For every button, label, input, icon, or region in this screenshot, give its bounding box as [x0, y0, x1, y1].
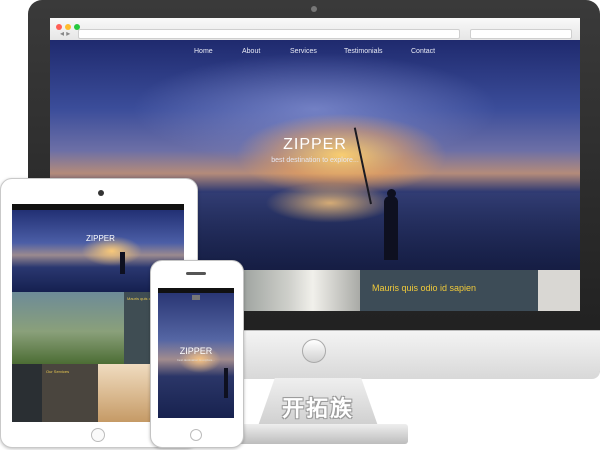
hamburger-menu-icon[interactable] [192, 295, 200, 300]
fisherman-silhouette [384, 196, 398, 230]
hero-subtitle: best destination to explore... [271, 157, 359, 164]
tablet-horses-image [12, 292, 124, 364]
nav-services[interactable]: Services [290, 48, 317, 55]
browser-search-field[interactable] [470, 29, 572, 39]
tablet-home-button [91, 428, 105, 442]
nav-about[interactable]: About [242, 48, 260, 55]
feature-card-heading: Mauris quis odio id sapien [372, 283, 477, 293]
tablet-hero-title: ZIPPER [86, 234, 115, 243]
phone-status-bar [158, 288, 234, 293]
monitor-camera [311, 6, 317, 12]
tablet-camera [98, 190, 104, 196]
brand-logo-text: 开拓族 [281, 396, 354, 422]
tablet-fisherman [120, 252, 125, 274]
address-bar[interactable] [78, 29, 460, 39]
monitor-stand-base [238, 424, 408, 444]
nav-contact[interactable]: Contact [411, 48, 435, 55]
phone-hero-subtitle: best destination to explore... [177, 358, 215, 362]
nav-home[interactable]: Home [194, 48, 213, 55]
tablet-bottom-panel-left [12, 364, 42, 422]
phone-hero-title: ZIPPER [179, 346, 213, 356]
monitor-power-button [302, 339, 326, 363]
tablet-services-heading: Our Services [46, 369, 70, 374]
phone-screen: ZIPPER best destination to explore... [158, 288, 234, 418]
nav-testimonials[interactable]: Testimonials [344, 48, 383, 55]
phone-home-button [190, 429, 202, 441]
fisherman-legs [384, 228, 398, 260]
back-forward-icon[interactable]: ◂ ▸ [60, 29, 70, 39]
horse-image [242, 270, 360, 311]
hero-title: ZIPPER [283, 136, 347, 153]
phone-speaker [186, 272, 206, 275]
browser-titlebar: ◂ ▸ [50, 18, 580, 41]
phone-fisherman [224, 368, 228, 398]
hero-sun-reflection [265, 183, 395, 223]
